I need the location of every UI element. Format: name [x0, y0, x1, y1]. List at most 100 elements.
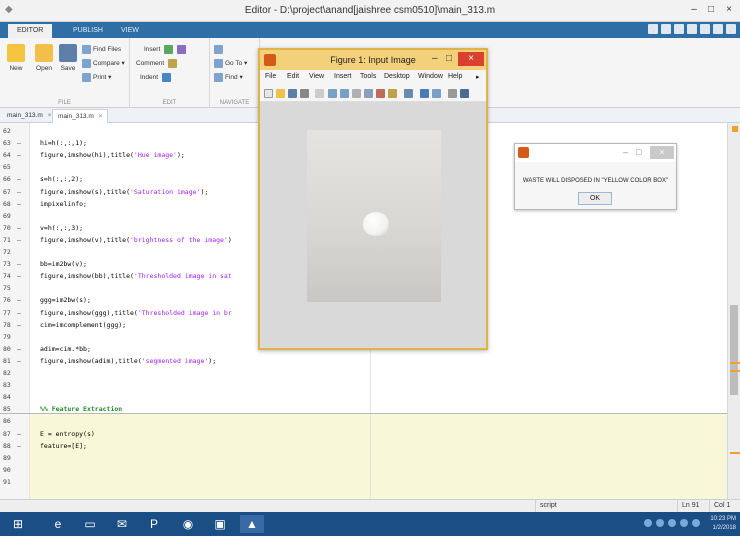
- menu-overflow-arrow[interactable]: ▸: [476, 73, 480, 81]
- code-line[interactable]: feature=[E];: [40, 442, 87, 450]
- go-to-button[interactable]: Go To ▾: [214, 58, 247, 70]
- executable-line-marker[interactable]: –: [17, 345, 21, 353]
- message-dialog[interactable]: – □ × WASTE WILL DISPOSED IN "YELLOW COL…: [514, 143, 677, 210]
- dialog-maximize-button[interactable]: □: [636, 147, 641, 157]
- code-line[interactable]: impixelinfo;: [40, 200, 87, 208]
- monitor-icon[interactable]: ▣: [208, 515, 232, 533]
- new-figure-icon[interactable]: [264, 89, 273, 98]
- zoom-in-icon[interactable]: [328, 89, 337, 98]
- warning-marker[interactable]: [730, 452, 740, 454]
- save-figure-icon[interactable]: [288, 89, 297, 98]
- executable-line-marker[interactable]: –: [17, 175, 21, 183]
- executable-line-marker[interactable]: –: [17, 200, 21, 208]
- tray-battery-icon[interactable]: [680, 519, 688, 527]
- dialog-titlebar[interactable]: – □ ×: [515, 144, 676, 162]
- menu-window[interactable]: Window: [418, 73, 443, 80]
- executable-line-marker[interactable]: –: [17, 430, 21, 438]
- executable-line-marker[interactable]: –: [17, 236, 21, 244]
- warning-marker[interactable]: [730, 362, 740, 364]
- scrollbar-thumb[interactable]: [730, 305, 738, 395]
- executable-line-marker[interactable]: –: [17, 188, 21, 196]
- explorer-icon[interactable]: ▭: [78, 515, 102, 533]
- menu-help[interactable]: Help: [448, 73, 462, 80]
- code-line[interactable]: E = entropy(s): [40, 430, 95, 438]
- executable-line-marker[interactable]: –: [17, 309, 21, 317]
- file-tab-close-icon[interactable]: ×: [99, 113, 103, 120]
- tab-view[interactable]: VIEW: [112, 24, 148, 38]
- ie-icon[interactable]: e: [46, 515, 70, 533]
- figure-canvas[interactable]: [260, 102, 486, 348]
- code-line[interactable]: figure,imshow(adim),title('segmented ima…: [40, 357, 216, 365]
- code-line[interactable]: s=h(:,:,2);: [40, 175, 83, 183]
- figure-minimize-button[interactable]: –: [432, 53, 438, 64]
- paste-quick-icon[interactable]: [687, 24, 697, 34]
- find-button[interactable]: Find ▾: [214, 72, 243, 84]
- dialog-close-button[interactable]: ×: [650, 146, 674, 159]
- maximize-button[interactable]: □: [704, 3, 718, 17]
- pan-icon[interactable]: [352, 89, 361, 98]
- powerpoint-icon[interactable]: P: [142, 515, 166, 533]
- executable-line-marker[interactable]: –: [17, 272, 21, 280]
- executable-line-marker[interactable]: –: [17, 139, 21, 147]
- undo-quick-icon[interactable]: [700, 24, 710, 34]
- menu-desktop[interactable]: Desktop: [384, 73, 410, 80]
- tray-flag-icon[interactable]: [668, 519, 676, 527]
- copy-quick-icon[interactable]: [674, 24, 684, 34]
- insert-legend-icon[interactable]: [432, 89, 441, 98]
- chrome-icon[interactable]: ◉: [176, 515, 200, 533]
- figure-titlebar[interactable]: Figure 1: Input Image – □ ×: [260, 50, 486, 70]
- bookmark-button[interactable]: [214, 44, 225, 56]
- redo-quick-icon[interactable]: [713, 24, 723, 34]
- show-plot-tools-icon[interactable]: [460, 89, 469, 98]
- menu-insert[interactable]: Insert: [334, 73, 352, 80]
- executable-line-marker[interactable]: –: [17, 442, 21, 450]
- close-button[interactable]: ×: [722, 3, 736, 17]
- comment-button[interactable]: Comment: [136, 58, 179, 70]
- vertical-scrollbar[interactable]: [727, 123, 740, 499]
- open-file-icon[interactable]: [276, 89, 285, 98]
- code-line[interactable]: figure,imshow(hi),title('Hue image');: [40, 151, 185, 159]
- tray-up-icon[interactable]: [644, 519, 652, 527]
- menu-file[interactable]: File: [265, 73, 276, 80]
- code-line[interactable]: ggg=im2bw(s);: [40, 296, 91, 304]
- code-line[interactable]: v=h(:,:,3);: [40, 224, 83, 232]
- file-tab[interactable]: main_313.m ×: [2, 109, 56, 123]
- file-tab-active[interactable]: main_313.m ×: [52, 109, 109, 123]
- save-quick-icon[interactable]: [648, 24, 658, 34]
- executable-line-marker[interactable]: –: [17, 151, 21, 159]
- cut-quick-icon[interactable]: [661, 24, 671, 34]
- figure-maximize-button[interactable]: □: [446, 53, 452, 64]
- executable-line-marker[interactable]: –: [17, 321, 21, 329]
- code-line[interactable]: adim=cim.*bb;: [40, 345, 91, 353]
- brush-icon[interactable]: [388, 89, 397, 98]
- matlab-icon[interactable]: ▲: [240, 515, 264, 533]
- figure-window[interactable]: Figure 1: Input Image – □ × File Edit Vi…: [258, 48, 488, 350]
- executable-line-marker[interactable]: –: [17, 296, 21, 304]
- find-files-button[interactable]: Find Files: [82, 44, 121, 56]
- code-line[interactable]: cim=imcomplement(ggg);: [40, 321, 126, 329]
- taskbar-clock[interactable]: 10:23 PM 1/2/2018: [710, 515, 736, 533]
- hide-plot-tools-icon[interactable]: [448, 89, 457, 98]
- minimize-button[interactable]: –: [687, 3, 701, 17]
- outlook-icon[interactable]: ✉: [110, 515, 134, 533]
- code-line[interactable]: bb=im2bw(v);: [40, 260, 87, 268]
- print-button[interactable]: Print ▾: [82, 72, 111, 84]
- menu-tools[interactable]: Tools: [360, 73, 376, 80]
- print-figure-icon[interactable]: [300, 89, 309, 98]
- tab-editor[interactable]: EDITOR: [8, 24, 53, 38]
- code-line[interactable]: %% Feature Extraction: [40, 405, 122, 413]
- tray-network-icon[interactable]: [656, 519, 664, 527]
- tray-volume-icon[interactable]: [692, 519, 700, 527]
- save-button[interactable]: Save: [56, 44, 80, 72]
- code-line[interactable]: figure,imshow(s),title('Saturation image…: [40, 188, 208, 196]
- warning-marker[interactable]: [730, 370, 740, 372]
- link-plot-icon[interactable]: [404, 89, 413, 98]
- help-quick-icon[interactable]: [726, 24, 736, 34]
- indent-button[interactable]: Indent: [140, 72, 173, 84]
- ok-button[interactable]: OK: [578, 192, 612, 205]
- executable-line-marker[interactable]: –: [17, 260, 21, 268]
- executable-line-marker[interactable]: –: [17, 224, 21, 232]
- open-button[interactable]: Open: [32, 44, 56, 72]
- insert-button[interactable]: Insert: [144, 44, 188, 56]
- compare-button[interactable]: Compare ▾: [82, 58, 125, 70]
